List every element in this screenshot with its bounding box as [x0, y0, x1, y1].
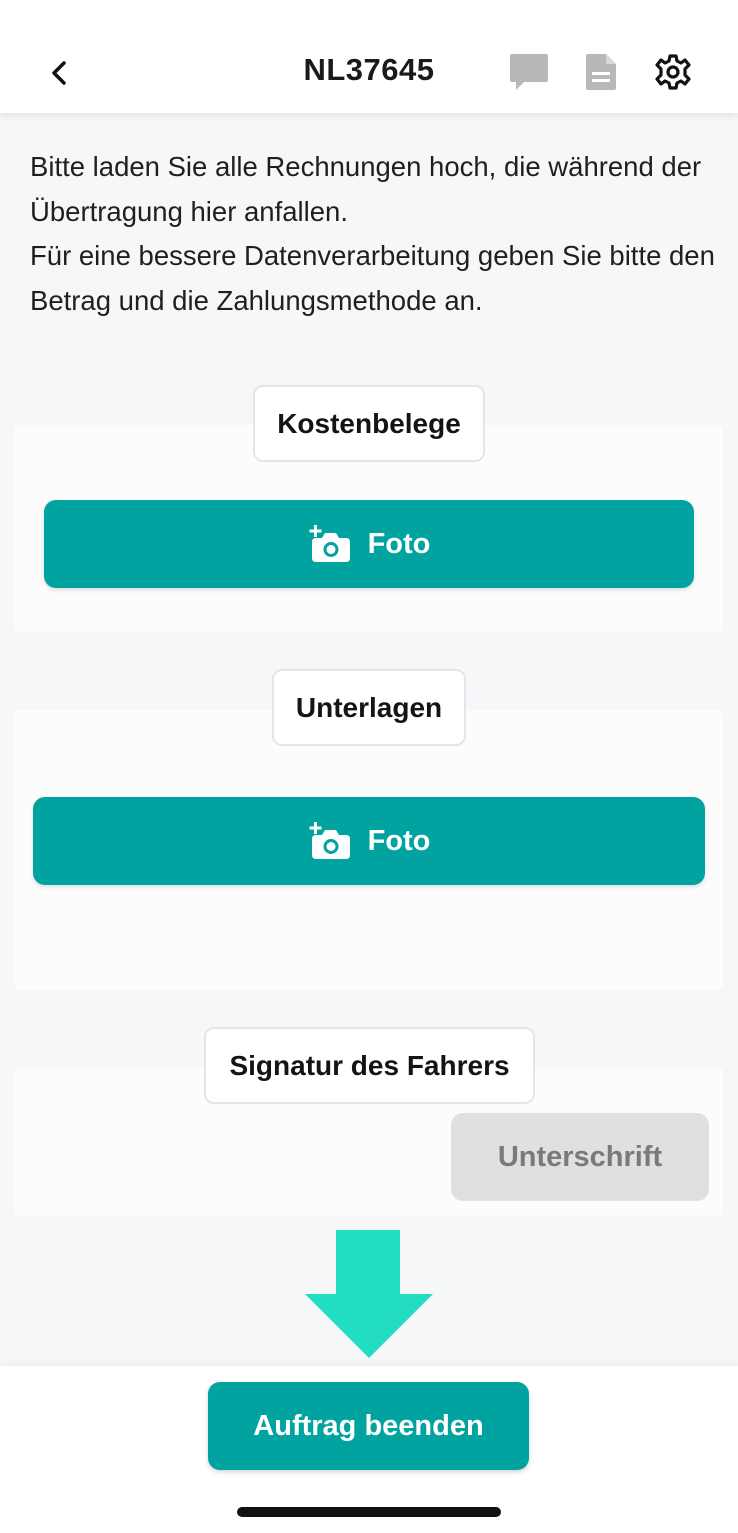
document-icon: [586, 54, 616, 90]
down-arrow-icon: [305, 1230, 433, 1358]
intro-line-2: Für eine bessere Datenverarbeitung geben…: [30, 240, 715, 316]
unterlagen-label: Unterlagen: [272, 669, 466, 746]
intro-line-1: Bitte laden Sie alle Rechnungen hoch, di…: [30, 151, 702, 227]
chat-button[interactable]: [508, 52, 550, 97]
app-header: NL37645: [0, 0, 738, 113]
signatur-label: Signatur des Fahrers: [204, 1027, 535, 1104]
chat-bubble-icon: [510, 54, 548, 90]
unterlagen-foto-button[interactable]: Foto: [33, 797, 705, 885]
unterlagen-foto-label: Foto: [367, 824, 431, 857]
unterschrift-button[interactable]: Unterschrift: [451, 1113, 709, 1201]
gear-icon: [655, 54, 691, 90]
settings-button[interactable]: [654, 52, 692, 97]
footer-bar: Auftrag beenden: [0, 1366, 738, 1533]
home-indicator: [237, 1507, 501, 1517]
page-title: NL37645: [303, 52, 435, 87]
kostenbelege-foto-button[interactable]: Foto: [44, 500, 694, 588]
finish-order-button[interactable]: Auftrag beenden: [208, 1382, 529, 1470]
documents-button[interactable]: [584, 52, 618, 97]
kostenbelege-label: Kostenbelege: [253, 385, 485, 462]
intro-text: Bitte laden Sie alle Rechnungen hoch, di…: [30, 145, 720, 323]
kostenbelege-foto-label: Foto: [367, 527, 431, 560]
add-camera-icon: [309, 525, 350, 562]
add-camera-icon: [309, 822, 350, 859]
